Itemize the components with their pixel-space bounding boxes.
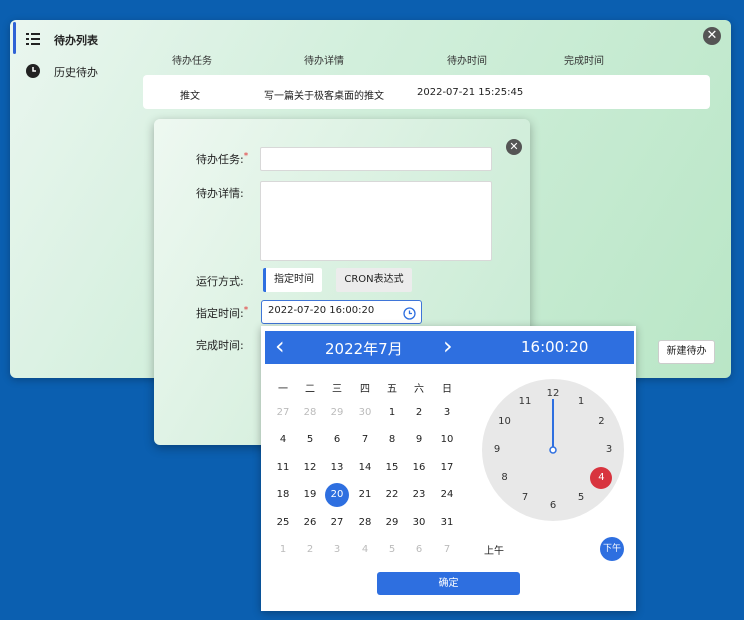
time-input-value: 2022-07-20 16:00:20 [268,305,375,316]
selected-day[interactable]: 20 [325,483,349,507]
day-cell[interactable]: 10 [435,428,459,452]
day-cell[interactable]: 3 [325,538,349,562]
day-cell[interactable]: 12 [298,456,322,480]
day-cell[interactable]: 21 [353,483,377,507]
day-cell[interactable]: 29 [380,511,404,535]
day-cell[interactable]: 25 [271,511,295,535]
sidebar-item-todo-list[interactable]: 待办列表 [18,27,98,53]
dialog-close-button[interactable]: ✕ [506,139,522,155]
sidebar-item-history[interactable]: 历史待办 [18,59,98,85]
weekday-label: 六 [414,384,424,395]
day-cell[interactable]: 3 [435,401,459,425]
day-cell[interactable]: 8 [380,428,404,452]
detail-label: 待办详情: [196,187,244,200]
day-cell[interactable]: 29 [325,401,349,425]
list-icon [26,32,42,48]
day-cell[interactable]: 1 [380,401,404,425]
mode-label: 运行方式: [196,275,244,288]
day-cell[interactable]: 23 [407,483,431,507]
weekday-label: 三 [332,384,342,395]
day-cell[interactable]: 2 [407,401,431,425]
day-cell[interactable]: 26 [298,511,322,535]
weekday-label: 日 [442,384,452,395]
sidebar-active-indicator [13,22,16,54]
confirm-button[interactable]: 确定 [377,572,520,595]
day-cell[interactable]: 14 [353,456,377,480]
sidebar-item-label: 历史待办 [54,66,98,79]
column-header-detail: 待办详情 [304,56,344,67]
weekday-label: 四 [360,384,370,395]
day-cell[interactable]: 28 [298,401,322,425]
day-cell[interactable]: 4 [353,538,377,562]
new-todo-button[interactable]: 新建待办 [658,340,715,364]
weekday-label: 一 [278,384,288,395]
day-cell[interactable]: 28 [353,511,377,535]
column-header-done: 完成时间 [564,56,604,67]
mode-option-fixed-time[interactable]: 指定时间 [263,268,322,292]
task-label: 待办任务:* [196,151,249,166]
weekday-label: 五 [387,384,397,395]
cell-task: 推文 [180,91,200,102]
time-display[interactable]: 16:00:20 [521,338,588,356]
sidebar-item-label: 待办列表 [54,34,98,47]
day-cell[interactable]: 6 [325,428,349,452]
prev-month-button[interactable]: ‹ [275,332,285,360]
column-header-time: 待办时间 [447,56,487,67]
day-cell[interactable]: 2 [298,538,322,562]
day-cell[interactable]: 4 [271,428,295,452]
day-cell[interactable]: 22 [380,483,404,507]
day-cell[interactable]: 6 [407,538,431,562]
day-cell[interactable]: 5 [298,428,322,452]
clock-icon[interactable] [403,305,416,324]
clock-icon [26,63,42,81]
am-option[interactable]: 上午 [484,542,504,557]
pm-option[interactable]: 下午 [600,537,624,561]
day-cell[interactable]: 31 [435,511,459,535]
month-title[interactable]: 2022年7月 [325,338,403,359]
day-cell[interactable]: 5 [380,538,404,562]
time-label: 指定时间:* [196,305,249,320]
clock-hand [549,399,557,454]
cell-time: 2022-07-21 15:25:45 [417,87,524,98]
day-cell[interactable]: 9 [407,428,431,452]
window-close-button[interactable]: ✕ [703,27,721,45]
day-cell[interactable]: 17 [435,456,459,480]
day-cell[interactable]: 30 [353,401,377,425]
day-cell[interactable]: 19 [298,483,322,507]
done-label: 完成时间: [196,339,244,352]
day-cell[interactable]: 15 [380,456,404,480]
day-cell[interactable]: 11 [271,456,295,480]
next-month-button[interactable]: › [443,332,453,360]
day-cell[interactable]: 7 [353,428,377,452]
weekday-label: 二 [305,384,315,395]
day-cell[interactable]: 7 [435,538,459,562]
detail-textarea[interactable] [260,181,492,261]
day-cell[interactable]: 27 [325,511,349,535]
task-input[interactable] [260,147,492,171]
column-header-task: 待办任务 [172,56,212,67]
mode-option-cron[interactable]: CRON表达式 [336,268,412,292]
day-cell[interactable]: 16 [407,456,431,480]
day-cell[interactable]: 13 [325,456,349,480]
day-cell[interactable]: 18 [271,483,295,507]
time-input[interactable]: 2022-07-20 16:00:20 [261,300,422,324]
day-cell[interactable]: 1 [271,538,295,562]
day-cell[interactable]: 24 [435,483,459,507]
day-cell[interactable]: 30 [407,511,431,535]
picker-header: ‹ 2022年7月 › 16:00:20 [265,331,634,364]
cell-detail: 写一篇关于极客桌面的推文 [264,91,384,102]
day-cell[interactable]: 27 [271,401,295,425]
